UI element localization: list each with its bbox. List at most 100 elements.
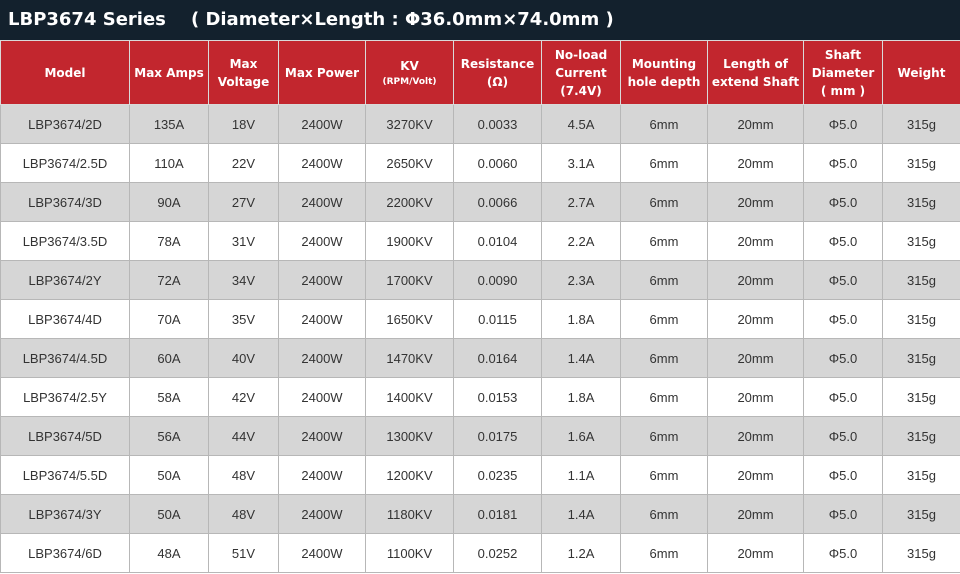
cell-kv: 1400KV <box>365 377 454 417</box>
cell-kv: 1900KV <box>365 221 454 261</box>
cell-no-load-current: 1.2A <box>541 533 621 573</box>
cell-max-power: 2400W <box>278 104 366 144</box>
cell-no-load-current: 4.5A <box>541 104 621 144</box>
cell-kv: 1470KV <box>365 338 454 378</box>
cell-extend-shaft-length: 20mm <box>707 533 804 573</box>
cell-max-power: 2400W <box>278 455 366 495</box>
header-shaft-diameter: Shaft Diameter( mm ) <box>803 40 883 105</box>
cell-max-amps: 50A <box>129 455 209 495</box>
cell-mounting-hole-depth: 6mm <box>620 104 708 144</box>
cell-model: LBP3674/5.5D <box>0 455 130 495</box>
cell-mounting-hole-depth: 6mm <box>620 416 708 456</box>
cell-shaft-diameter: Φ5.0 <box>803 260 883 300</box>
cell-max-voltage: 22V <box>208 143 279 183</box>
cell-max-power: 2400W <box>278 416 366 456</box>
header-row: Model Max Amps Max Voltage Max Power KV (R… <box>0 40 960 105</box>
cell-mounting-hole-depth: 6mm <box>620 533 708 573</box>
cell-max-voltage: 42V <box>208 377 279 417</box>
cell-max-voltage: 18V <box>208 104 279 144</box>
cell-resistance: 0.0175 <box>453 416 542 456</box>
cell-shaft-diameter: Φ5.0 <box>803 104 883 144</box>
cell-no-load-current: 2.7A <box>541 182 621 222</box>
cell-mounting-hole-depth: 6mm <box>620 299 708 339</box>
cell-no-load-current: 2.2A <box>541 221 621 261</box>
cell-shaft-diameter: Φ5.0 <box>803 377 883 417</box>
cell-max-power: 2400W <box>278 377 366 417</box>
cell-weight: 315g <box>882 143 960 183</box>
cell-no-load-current: 2.3A <box>541 260 621 300</box>
cell-extend-shaft-length: 20mm <box>707 338 804 378</box>
header-no-load-current: No-load Current (7.4V) <box>541 40 621 105</box>
cell-shaft-diameter: Φ5.0 <box>803 533 883 573</box>
table-row: LBP3674/2D 135A 18V 2400W 3270KV 0.0033 4.5A 6m… <box>0 104 960 144</box>
cell-max-voltage: 34V <box>208 260 279 300</box>
cell-resistance: 0.0090 <box>453 260 542 300</box>
table-row: LBP3674/6D 48A 51V 2400W 1100KV 0.0252 1.2A 6mm… <box>0 533 960 573</box>
cell-resistance: 0.0033 <box>453 104 542 144</box>
cell-mounting-hole-depth: 6mm <box>620 260 708 300</box>
cell-model: LBP3674/2.5D <box>0 143 130 183</box>
cell-extend-shaft-length: 20mm <box>707 377 804 417</box>
cell-max-power: 2400W <box>278 143 366 183</box>
cell-max-amps: 135A <box>129 104 209 144</box>
cell-no-load-current: 1.1A <box>541 455 621 495</box>
cell-no-load-current: 1.6A <box>541 416 621 456</box>
cell-max-amps: 56A <box>129 416 209 456</box>
table-row: LBP3674/5D 56A 44V 2400W 1300KV 0.0175 1.6A 6mm… <box>0 416 960 456</box>
cell-shaft-diameter: Φ5.0 <box>803 338 883 378</box>
cell-max-voltage: 27V <box>208 182 279 222</box>
cell-max-voltage: 48V <box>208 455 279 495</box>
cell-weight: 315g <box>882 260 960 300</box>
cell-kv: 2650KV <box>365 143 454 183</box>
cell-mounting-hole-depth: 6mm <box>620 338 708 378</box>
cell-extend-shaft-length: 20mm <box>707 104 804 144</box>
cell-resistance: 0.0181 <box>453 494 542 534</box>
cell-max-power: 2400W <box>278 338 366 378</box>
table-row: LBP3674/2.5Y 58A 42V 2400W 1400KV 0.0153 1.8A 6… <box>0 377 960 417</box>
cell-mounting-hole-depth: 6mm <box>620 221 708 261</box>
header-max-power: Max Power <box>278 40 366 105</box>
cell-no-load-current: 1.4A <box>541 338 621 378</box>
cell-mounting-hole-depth: 6mm <box>620 377 708 417</box>
table-row: LBP3674/4D 70A 35V 2400W 1650KV 0.0115 1.8A 6mm… <box>0 299 960 339</box>
cell-weight: 315g <box>882 338 960 378</box>
cell-extend-shaft-length: 20mm <box>707 494 804 534</box>
cell-model: LBP3674/2.5Y <box>0 377 130 417</box>
cell-model: LBP3674/3.5D <box>0 221 130 261</box>
cell-max-power: 2400W <box>278 182 366 222</box>
cell-kv: 1200KV <box>365 455 454 495</box>
cell-model: LBP3674/6D <box>0 533 130 573</box>
cell-weight: 315g <box>882 104 960 144</box>
header-max-amps: Max Amps <box>129 40 209 105</box>
cell-weight: 315g <box>882 455 960 495</box>
cell-max-amps: 72A <box>129 260 209 300</box>
table-row: LBP3674/3D 90A 27V 2400W 2200KV 0.0066 2.7A 6mm… <box>0 182 960 222</box>
table-row: LBP3674/5.5D 50A 48V 2400W 1200KV 0.0235 1.1A 6… <box>0 455 960 495</box>
cell-extend-shaft-length: 20mm <box>707 416 804 456</box>
cell-model: LBP3674/2D <box>0 104 130 144</box>
cell-kv: 1700KV <box>365 260 454 300</box>
cell-kv: 1180KV <box>365 494 454 534</box>
spec-table-body: LBP3674/2D 135A 18V 2400W 3270KV 0.0033 4.5A 6m… <box>0 104 960 573</box>
cell-max-power: 2400W <box>278 221 366 261</box>
cell-resistance: 0.0115 <box>453 299 542 339</box>
header-weight: Weight <box>882 40 960 105</box>
cell-kv: 1650KV <box>365 299 454 339</box>
cell-max-voltage: 51V <box>208 533 279 573</box>
table-row: LBP3674/3Y 50A 48V 2400W 1180KV 0.0181 1.4A 6mm… <box>0 494 960 534</box>
page-title: LBP3674 Series ( Diameter×Length : Φ36.0… <box>0 0 960 40</box>
cell-mounting-hole-depth: 6mm <box>620 143 708 183</box>
cell-max-voltage: 40V <box>208 338 279 378</box>
cell-max-amps: 60A <box>129 338 209 378</box>
cell-extend-shaft-length: 20mm <box>707 260 804 300</box>
cell-max-power: 2400W <box>278 533 366 573</box>
header-model: Model <box>0 40 130 105</box>
table-row: LBP3674/4.5D 60A 40V 2400W 1470KV 0.0164 1.4A 6… <box>0 338 960 378</box>
cell-max-power: 2400W <box>278 299 366 339</box>
cell-mounting-hole-depth: 6mm <box>620 455 708 495</box>
cell-shaft-diameter: Φ5.0 <box>803 143 883 183</box>
cell-weight: 315g <box>882 221 960 261</box>
cell-weight: 315g <box>882 377 960 417</box>
cell-max-voltage: 31V <box>208 221 279 261</box>
cell-no-load-current: 1.8A <box>541 377 621 417</box>
